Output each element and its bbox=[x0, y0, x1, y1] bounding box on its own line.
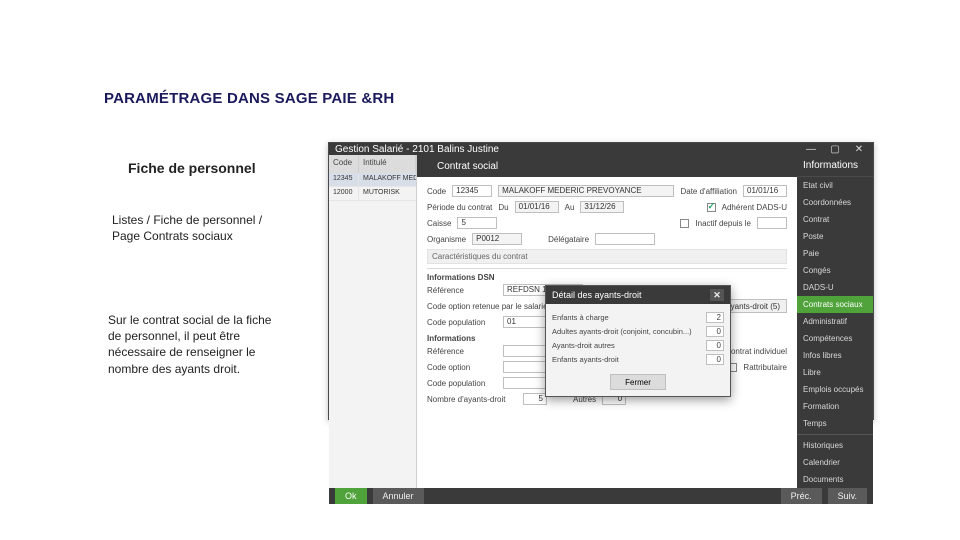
nav-item[interactable]: Infos libres bbox=[797, 347, 873, 364]
nav-item[interactable]: Documents bbox=[797, 471, 873, 488]
label-code-pop2: Code population bbox=[427, 379, 497, 388]
quantity-input[interactable]: 2 bbox=[706, 312, 724, 323]
nav-item[interactable]: Congés bbox=[797, 262, 873, 279]
inactif-checkbox[interactable] bbox=[680, 219, 689, 228]
delegataire-input[interactable] bbox=[595, 233, 655, 245]
nav-item[interactable]: Contrat bbox=[797, 211, 873, 228]
du-value: 01/01/16 bbox=[515, 201, 559, 213]
window-title: Gestion Salarié - 2101 Balins Justine bbox=[335, 144, 499, 155]
label-inactif: Inactif depuis le bbox=[695, 219, 751, 228]
adherent-checkbox[interactable] bbox=[707, 203, 716, 212]
footer: Ok Annuler Préc. Suiv. bbox=[329, 488, 873, 504]
breadcrumb: Listes / Fiche de personnel / Page Contr… bbox=[112, 212, 292, 244]
center-pane: Contrat social Code 12345 MALAKOFF MEDER… bbox=[417, 155, 797, 488]
caisse-input[interactable]: 5 bbox=[457, 217, 497, 229]
page-title: PARAMÉTRAGE DANS SAGE PAIE &RH bbox=[104, 90, 394, 107]
next-button[interactable]: Suiv. bbox=[828, 488, 867, 504]
nav-item[interactable]: Paie bbox=[797, 245, 873, 262]
inactif-date-input[interactable] bbox=[757, 217, 787, 229]
label-rattrib: Rattributaire bbox=[743, 363, 787, 372]
nav-item[interactable]: Contrats sociaux bbox=[797, 296, 873, 313]
titlebar: Gestion Salarié - 2101 Balins Justine — … bbox=[329, 143, 873, 155]
label-periode: Période du contrat bbox=[427, 203, 492, 212]
nav-item[interactable]: Emplois occupés bbox=[797, 381, 873, 398]
section-caracteristiques: Caractéristiques du contrat bbox=[427, 249, 787, 264]
label-code: Code bbox=[427, 187, 446, 196]
table-row[interactable]: 12345 MALAKOFF MEDER bbox=[329, 173, 416, 187]
code-desc: MALAKOFF MEDERIC PREVOYANCE bbox=[498, 185, 674, 197]
nav-item[interactable]: DADS-U bbox=[797, 279, 873, 296]
description: Sur le contrat social de la fiche de per… bbox=[108, 312, 288, 377]
modal-row: Ayants-droit autres0 bbox=[552, 338, 724, 352]
contracts-list: Code Intitulé 12345 MALAKOFF MEDER 12000… bbox=[329, 155, 417, 488]
ok-button[interactable]: Ok bbox=[335, 488, 367, 504]
col-code: Code bbox=[329, 155, 359, 173]
modal-title: Détail des ayants-droit bbox=[552, 290, 642, 300]
nav-item[interactable]: Administratif bbox=[797, 313, 873, 330]
nb-ayants-input[interactable]: 5 bbox=[523, 393, 547, 405]
minimize-icon[interactable]: — bbox=[803, 143, 819, 155]
label-nb-ayants: Nombre d'ayants-droit bbox=[427, 395, 517, 404]
nav-item[interactable]: Compétences bbox=[797, 330, 873, 347]
label-contrat-indiv: Contrat individuel bbox=[725, 347, 787, 356]
modal-row: Enfants à charge2 bbox=[552, 310, 724, 324]
nav-item[interactable]: Poste bbox=[797, 228, 873, 245]
label-organisme: Organisme bbox=[427, 235, 466, 244]
col-intitule: Intitulé bbox=[359, 155, 416, 173]
quantity-input[interactable]: 0 bbox=[706, 340, 724, 351]
close-icon[interactable]: ✕ bbox=[851, 143, 867, 155]
modal-close-icon[interactable]: ✕ bbox=[710, 289, 724, 301]
nav-item[interactable]: Libre bbox=[797, 364, 873, 381]
au-value: 31/12/26 bbox=[580, 201, 624, 213]
nav-item[interactable]: Temps bbox=[797, 415, 873, 432]
nav-item[interactable]: Etat civil bbox=[797, 177, 873, 194]
prev-button[interactable]: Préc. bbox=[781, 488, 822, 504]
label-code-population: Code population bbox=[427, 318, 497, 327]
label-code-option: Code option retenue par le salarié bbox=[427, 302, 557, 311]
right-nav: Informations Etat civilCoordonnéesContra… bbox=[797, 155, 873, 488]
nav-item[interactable]: Calendrier bbox=[797, 454, 873, 471]
label-code-opt2: Code option bbox=[427, 363, 497, 372]
label-du: Du bbox=[498, 203, 508, 212]
code-input[interactable]: 12345 bbox=[452, 185, 492, 197]
label-ref2: Référence bbox=[427, 347, 497, 356]
section-dsn: Informations DSN bbox=[427, 273, 787, 282]
modal-close-button[interactable]: Fermer bbox=[610, 374, 666, 390]
nav-item[interactable]: Formation bbox=[797, 398, 873, 415]
label-date-aff: Date d'affiliation bbox=[680, 187, 737, 196]
date-aff-input[interactable]: 01/01/16 bbox=[743, 185, 787, 197]
nav-item[interactable]: Historiques bbox=[797, 434, 873, 454]
label-delegataire: Délégataire bbox=[548, 235, 589, 244]
tab-contrat-social[interactable]: Contrat social bbox=[427, 157, 508, 176]
label-caisse: Caisse bbox=[427, 219, 451, 228]
label-reference: Référence bbox=[427, 286, 497, 295]
right-nav-header: Informations bbox=[797, 155, 873, 177]
table-row[interactable]: 12000 MUTORISK bbox=[329, 187, 416, 201]
label-adherent: Adhérent DADS-U bbox=[722, 203, 787, 212]
nav-item[interactable]: Coordonnées bbox=[797, 194, 873, 211]
modal-row: Enfants ayants-droit0 bbox=[552, 352, 724, 366]
quantity-input[interactable]: 0 bbox=[706, 326, 724, 337]
app-window: Gestion Salarié - 2101 Balins Justine — … bbox=[328, 142, 874, 420]
quantity-input[interactable]: 0 bbox=[706, 354, 724, 365]
maximize-icon[interactable]: ▢ bbox=[827, 143, 843, 155]
cancel-button[interactable]: Annuler bbox=[373, 488, 424, 504]
modal-row: Adultes ayants-droit (conjoint, concubin… bbox=[552, 324, 724, 338]
label-au: Au bbox=[565, 203, 575, 212]
subtitle: Fiche de personnel bbox=[128, 160, 256, 176]
modal-ayants-droit: Détail des ayants-droit ✕ Enfants à char… bbox=[545, 285, 731, 397]
organisme-value: P0012 bbox=[472, 233, 522, 245]
